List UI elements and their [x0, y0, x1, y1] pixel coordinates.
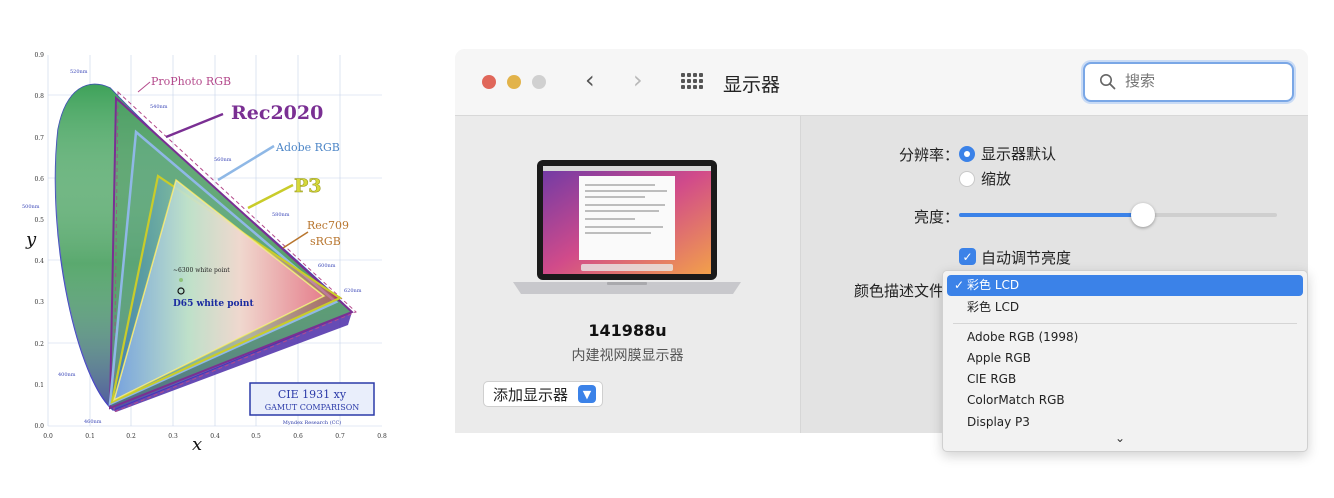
zoom-button[interactable]: [532, 75, 546, 89]
x-tick: 0.7: [335, 433, 345, 440]
menu-item[interactable]: 彩色 LCD: [943, 297, 1307, 318]
search-field[interactable]: [1083, 62, 1294, 102]
auto-brightness-label[interactable]: 自动调节亮度: [981, 247, 1071, 268]
wl-500: 500nm: [22, 204, 40, 210]
menu-item[interactable]: CIE RGB: [943, 369, 1307, 390]
macbook-image: [513, 160, 741, 294]
menu-item-selected[interactable]: ✓ 彩色 LCD: [947, 275, 1303, 296]
credit-text: Myndex Research (CC): [283, 419, 342, 426]
menu-separator: [953, 323, 1297, 324]
y-axis-label: y: [25, 229, 37, 250]
white-point-6300-label: ~6300 white point: [173, 267, 230, 274]
grid-icon[interactable]: [681, 73, 703, 91]
chevron-left-icon[interactable]: ‹: [585, 66, 595, 94]
menu-item[interactable]: Apple RGB: [943, 348, 1307, 369]
box-title: CIE 1931 xy: [278, 388, 347, 401]
radio-default-resolution[interactable]: [959, 146, 975, 162]
y-tick: 0.5: [34, 217, 44, 224]
wl-580: 580nm: [272, 212, 290, 218]
scroll-down-icon[interactable]: ⌄: [1115, 431, 1125, 445]
radio-scaled[interactable]: [959, 171, 975, 187]
search-icon: [1100, 74, 1116, 90]
x-axis-label: x: [192, 434, 202, 455]
label-rec709: Rec709: [307, 219, 349, 232]
wl-460: 460nm: [84, 419, 102, 425]
chevron-right-icon[interactable]: ›: [633, 66, 643, 94]
x-tick: 0.3: [168, 433, 178, 440]
y-tick: 0.1: [34, 382, 44, 389]
brightness-slider-fill: [959, 213, 1144, 217]
x-tick: 0.5: [251, 433, 261, 440]
x-tick: 0.4: [210, 433, 220, 440]
label-srgb: sRGB: [310, 235, 341, 248]
window-title: 显示器: [723, 74, 781, 96]
close-button[interactable]: [482, 75, 496, 89]
display-name: 141988u: [588, 321, 667, 340]
brightness-label: 亮度：: [913, 208, 959, 226]
box-subtitle: GAMUT COMPARISON: [265, 403, 360, 412]
label-rec2020: Rec2020: [231, 102, 323, 124]
checkmark-icon: ✓: [954, 278, 965, 292]
auto-brightness-checkbox[interactable]: ✓: [959, 248, 976, 265]
white-point-6300: [179, 278, 183, 282]
y-tick: 0.7: [34, 135, 44, 142]
display-pane: 141988u 内建视网膜显示器 添加显示器 ▼: [455, 116, 800, 433]
color-profile-label: 颜色描述文件：: [853, 282, 959, 300]
minimize-button[interactable]: [507, 75, 521, 89]
label-p3: P3: [294, 175, 322, 197]
y-tick: 0.4: [34, 258, 44, 265]
x-tick: 0.2: [126, 433, 136, 440]
menu-item-label: 彩色 LCD: [967, 278, 1020, 292]
gamut-comparison-box: CIE 1931 xy GAMUT COMPARISON: [249, 382, 375, 416]
y-tick: 0.3: [34, 299, 44, 306]
wl-400: 400nm: [58, 372, 76, 378]
option-scaled[interactable]: 缩放: [981, 168, 1011, 189]
y-tick: 0.2: [34, 341, 44, 348]
add-display-button[interactable]: 添加显示器 ▼: [483, 381, 604, 407]
option-default-resolution[interactable]: 显示器默认: [981, 143, 1056, 164]
display-description: 内建视网膜显示器: [571, 348, 684, 364]
d65-label: D65 white point: [173, 299, 254, 309]
y-tick: 0.9: [34, 52, 44, 59]
menu-item[interactable]: Display P3: [943, 412, 1307, 433]
brightness-slider-thumb[interactable]: [1131, 203, 1156, 227]
y-tick: 0.6: [34, 176, 44, 183]
add-display-label: 添加显示器: [493, 385, 569, 404]
brightness-slider[interactable]: [959, 203, 1277, 227]
resolution-label: 分辨率：: [898, 146, 959, 164]
wl-600: 600nm: [318, 263, 336, 269]
x-tick: 0.8: [377, 433, 387, 440]
y-tick: 0.8: [34, 93, 44, 100]
x-tick: 0.1: [85, 433, 95, 440]
chevron-down-icon: ▼: [578, 385, 597, 403]
wl-560: 560nm: [214, 157, 232, 163]
wl-620: 620nm: [344, 288, 362, 294]
y-tick: 0.0: [34, 423, 44, 430]
color-profile-menu: ✓ 彩色 LCD 彩色 LCD Adobe RGB (1998) Apple R…: [942, 270, 1308, 452]
wl-540: 540nm: [150, 104, 168, 110]
cie-chromaticity-diagram: ~6300 white point D65 white point ProPho…: [22, 52, 387, 455]
x-tick: 0.6: [293, 433, 303, 440]
label-prophoto: ProPhoto RGB: [151, 75, 231, 88]
label-adobe: Adobe RGB: [275, 141, 340, 154]
menu-item[interactable]: Adobe RGB (1998): [943, 327, 1307, 348]
search-input[interactable]: [1125, 72, 1275, 90]
menu-item[interactable]: ColorMatch RGB: [943, 390, 1307, 411]
x-tick: 0.0: [43, 433, 53, 440]
wl-520: 520nm: [70, 69, 88, 75]
title-bar: ‹ › 显示器: [455, 49, 1308, 116]
